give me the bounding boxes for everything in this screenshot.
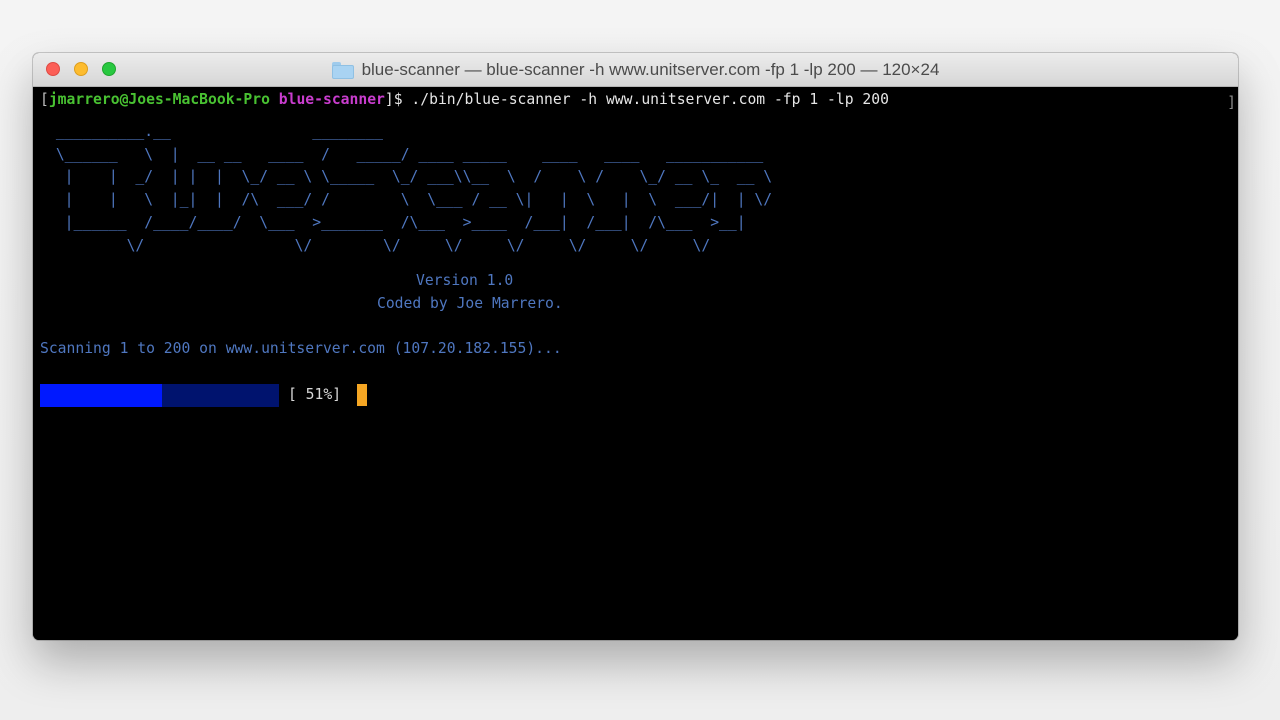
- prompt-user-host: jmarrero@Joes-MacBook-Pro: [48, 91, 270, 108]
- text-cursor: [357, 384, 367, 406]
- scan-progress-fill: [40, 384, 162, 407]
- prompt-symbol: ]$: [384, 91, 412, 108]
- banner-ascii-art: __________.__ ________ \______ \ | __ __…: [55, 123, 773, 254]
- command-text: ./bin/blue-scanner -h www.unitserver.com…: [411, 91, 889, 108]
- scroll-marker: ]: [1227, 94, 1236, 111]
- progress-percent-label: [ 51%]: [288, 386, 342, 403]
- scanning-status-line: Scanning 1 to 200 on www.unitserver.com …: [40, 340, 562, 357]
- window-title: blue-scanner — blue-scanner -h www.units…: [33, 53, 1238, 87]
- terminal-content[interactable]: [jmarrero@Joes-MacBook-Pro blue-scanner]…: [33, 87, 1238, 640]
- prompt-cwd: blue-scanner: [278, 91, 385, 108]
- window-title-text: blue-scanner — blue-scanner -h www.units…: [361, 60, 940, 79]
- coded-by-line: Coded by Joe Marrero.: [377, 295, 563, 312]
- terminal-window: blue-scanner — blue-scanner -h www.units…: [33, 53, 1238, 640]
- version-line: Version 1.0: [416, 272, 514, 289]
- title-bar[interactable]: blue-scanner — blue-scanner -h www.units…: [33, 53, 1238, 87]
- scan-progress-bar: [40, 384, 279, 407]
- folder-icon: [331, 61, 354, 79]
- prompt-open-bracket: [: [40, 91, 49, 108]
- command-prompt-line: [jmarrero@Joes-MacBook-Pro blue-scanner]…: [40, 89, 889, 112]
